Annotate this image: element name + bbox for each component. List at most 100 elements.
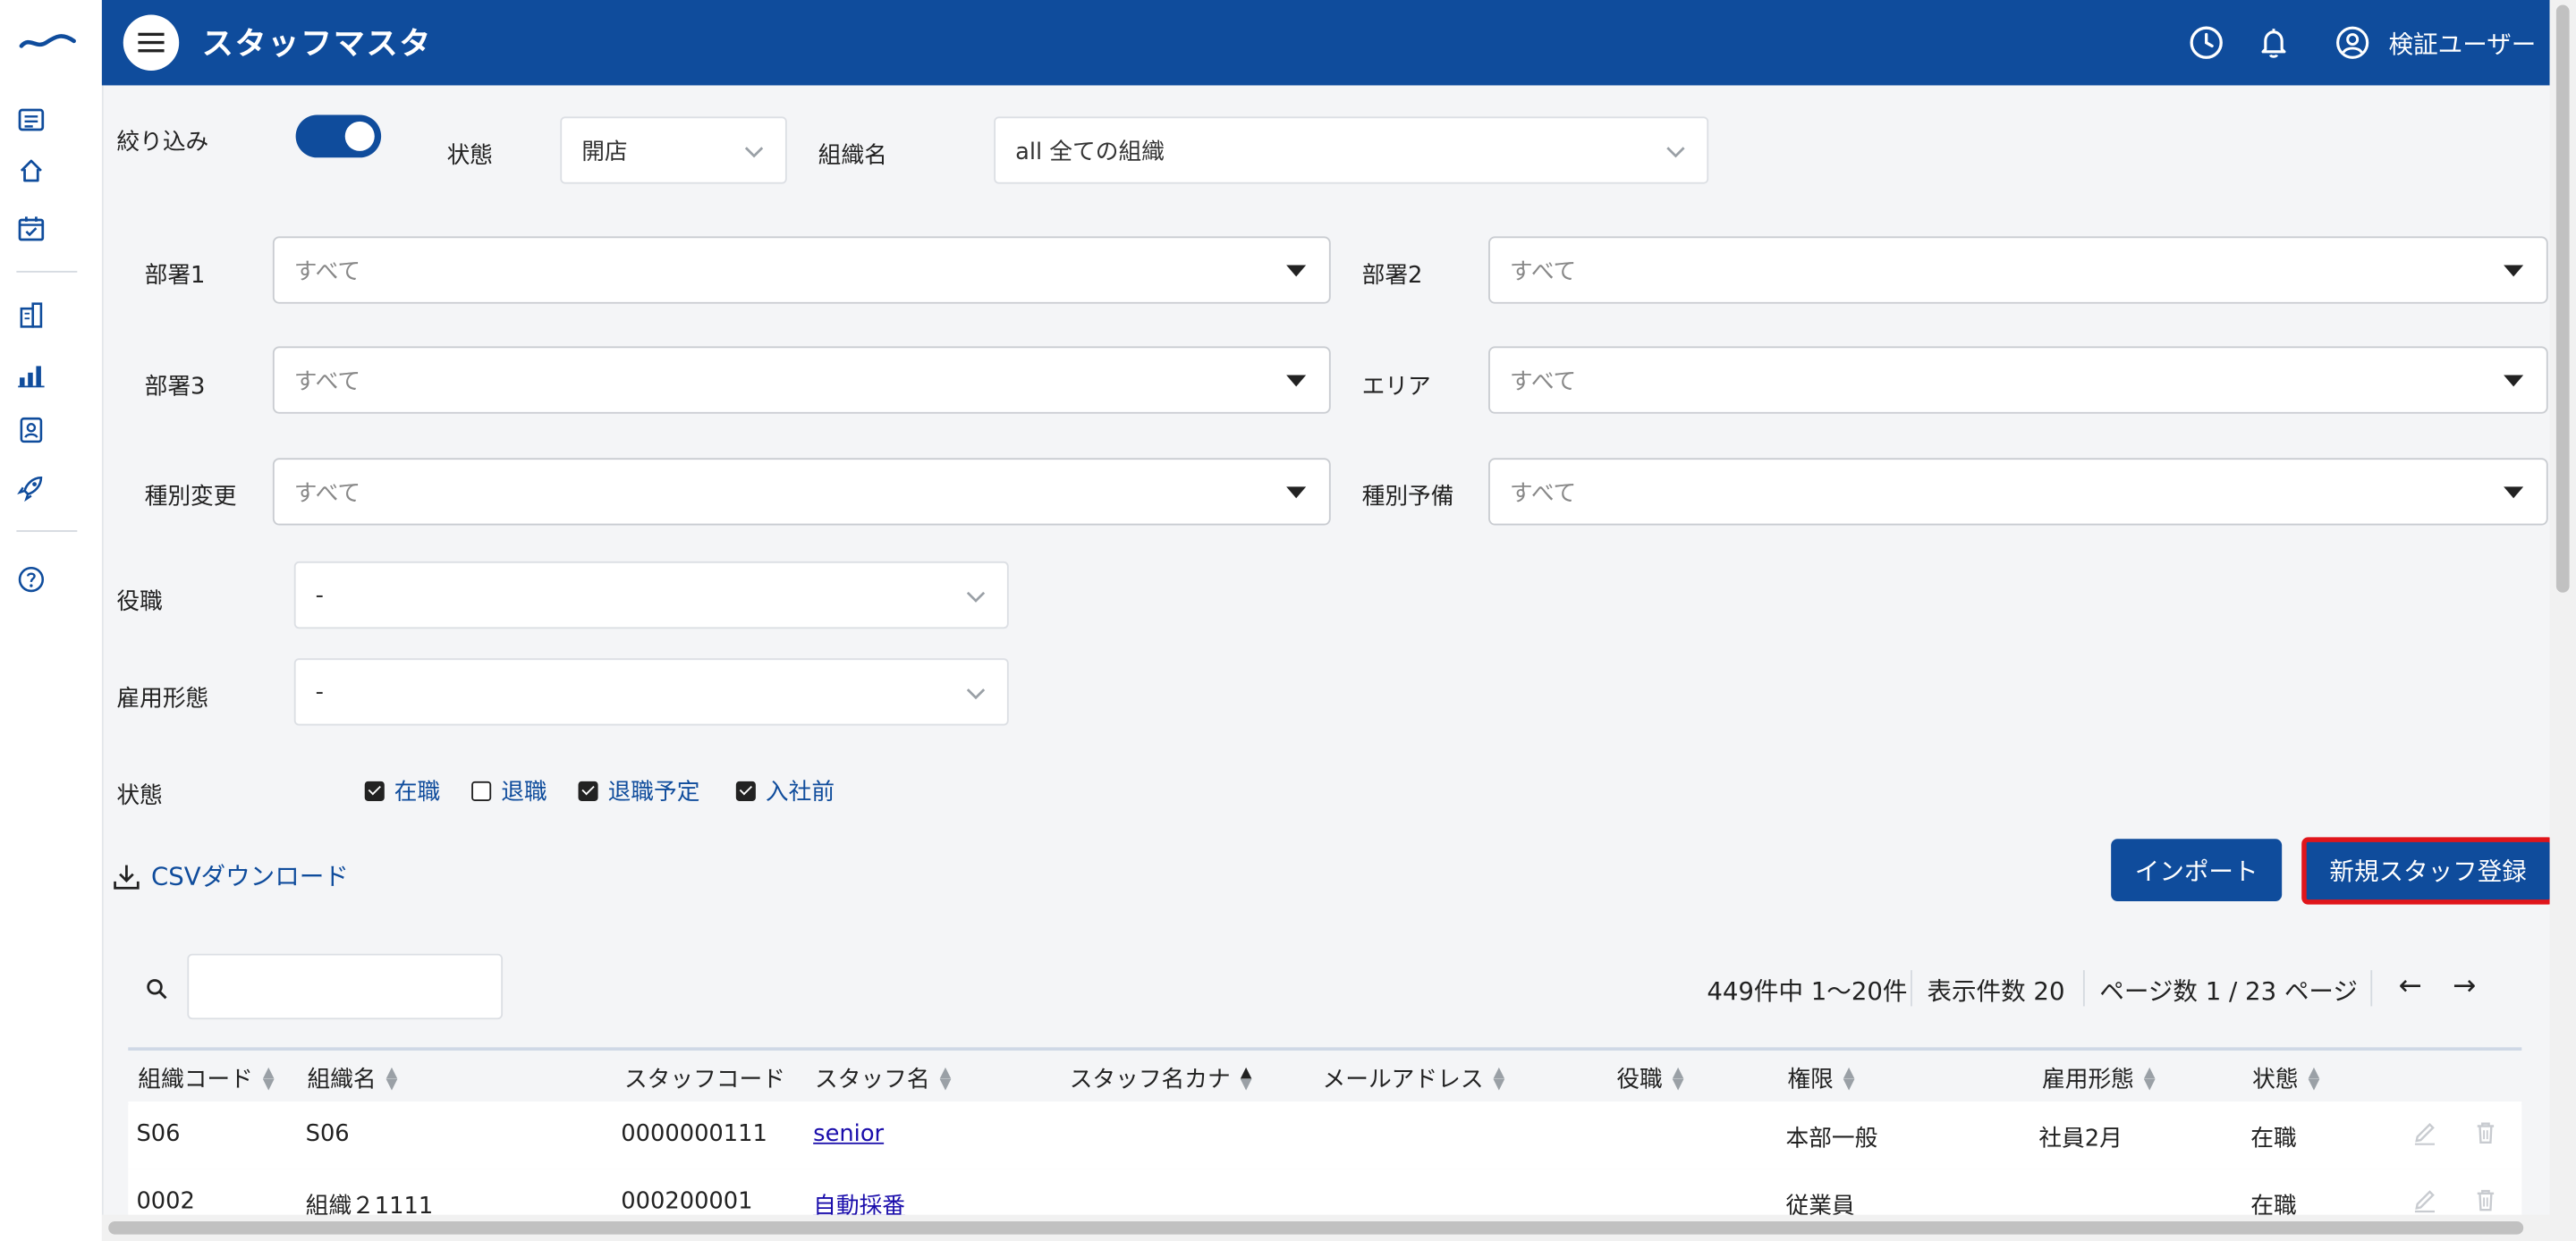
position-value: - — [315, 581, 324, 609]
caret-down-icon — [1286, 264, 1307, 276]
area-label: エリア — [1361, 374, 1431, 401]
page-info: ページ数 1 / 23 ページ — [2099, 976, 2358, 1007]
employment-label: 雇用形態 — [116, 686, 209, 713]
new-staff-button[interactable]: 新規スタッフ登録 — [2301, 837, 2555, 905]
staff-status-label: 状態 — [116, 782, 163, 810]
sort-icon: ▲ ▼ — [939, 1065, 952, 1093]
type-reserve-select[interactable]: すべて — [1488, 458, 2548, 526]
history-clock-icon[interactable] — [2188, 25, 2224, 61]
type-reserve-value: すべて — [1509, 480, 1577, 507]
cell-org-name: S06 — [305, 1120, 350, 1148]
search-input[interactable] — [187, 953, 504, 1020]
chevron-down-icon — [1666, 146, 1685, 157]
horizontal-scrollbar[interactable] — [101, 1214, 2550, 1241]
narrow-label: 絞り込み — [116, 130, 209, 156]
checkbox-unchecked — [471, 781, 492, 801]
store-status-label: 状態 — [446, 142, 494, 170]
column-header-status[interactable]: 状態 ▲ ▼ — [2252, 1062, 2319, 1095]
org-select[interactable]: all 全ての組織 — [994, 116, 1709, 184]
prev-page-button[interactable]: ← — [2399, 970, 2422, 1003]
building-icon[interactable] — [16, 300, 46, 330]
sort-icon: ▲ ▼ — [2308, 1065, 2320, 1093]
pager-divider — [2082, 970, 2085, 1007]
app-header: スタッフマスタ 検証ユーザー — [101, 0, 2550, 86]
chevron-down-icon — [966, 688, 986, 699]
search-icon — [147, 979, 167, 1000]
position-select[interactable]: - — [293, 561, 1009, 629]
cell-employment: 社員2月 — [2038, 1126, 2123, 1152]
vertical-scrollbar[interactable] — [2549, 0, 2576, 1241]
narrow-toggle[interactable] — [295, 114, 382, 158]
column-header-staff-kana[interactable]: スタッフ名カナ ▲ ▼ — [1070, 1062, 1252, 1095]
checkbox-checked — [578, 781, 598, 801]
trash-icon[interactable] — [2472, 1119, 2498, 1145]
rocket-icon[interactable] — [16, 473, 46, 502]
column-header-label: スタッフコード — [623, 1067, 785, 1093]
list-icon[interactable] — [16, 106, 46, 135]
status-checkbox-retired[interactable]: 退職 — [471, 775, 547, 808]
calendar-check-icon[interactable] — [16, 214, 46, 243]
checkbox-label: 退職予定 — [607, 780, 700, 806]
cell-role: 本部一般 — [1785, 1126, 1878, 1152]
cell-org-code: 0002 — [136, 1188, 195, 1215]
status-checkbox-employed[interactable]: 在職 — [364, 775, 440, 808]
dept2-value: すべて — [1509, 258, 1577, 285]
per-page-selector[interactable]: 表示件数 20 — [1927, 974, 2064, 1009]
csv-download-link[interactable]: CSVダウンロード — [112, 858, 349, 893]
cell-staff-name-link[interactable]: senior — [813, 1121, 884, 1147]
status-checkbox-retiring[interactable]: 退職予定 — [578, 775, 700, 808]
area-select[interactable]: すべて — [1488, 346, 2548, 414]
sidebar-divider — [16, 270, 78, 273]
bell-icon[interactable] — [2256, 25, 2292, 61]
employment-select[interactable]: - — [293, 658, 1009, 726]
sort-icon: ▲ ▼ — [262, 1065, 275, 1093]
dept1-label: 部署1 — [144, 262, 206, 290]
dept1-select[interactable]: すべて — [272, 236, 1331, 304]
menu-button[interactable] — [123, 14, 180, 71]
column-header-position[interactable]: 役職 ▲ ▼ — [1616, 1062, 1683, 1095]
dept3-value: すべて — [293, 368, 361, 395]
scrollbar-thumb[interactable] — [2555, 4, 2570, 593]
caret-down-icon — [2504, 485, 2524, 498]
column-header-employment[interactable]: 雇用形態 ▲ ▼ — [2042, 1062, 2156, 1095]
column-header-email[interactable]: メールアドレス ▲ ▼ — [1323, 1062, 1505, 1095]
sort-icon: ▲ ▼ — [1672, 1065, 1684, 1093]
column-header-staff-code[interactable]: スタッフコード — [624, 1062, 785, 1095]
user-name[interactable]: 検証ユーザー — [2389, 26, 2537, 61]
user-account-icon[interactable] — [2334, 25, 2370, 61]
column-header-org-name[interactable]: 組織名 ▲ ▼ — [307, 1062, 397, 1095]
edit-icon[interactable] — [2411, 1186, 2437, 1213]
chevron-down-icon — [744, 146, 764, 157]
dept2-select[interactable]: すべて — [1488, 236, 2548, 304]
edit-icon[interactable] — [2411, 1119, 2437, 1145]
bar-chart-icon[interactable] — [16, 359, 46, 389]
trash-icon[interactable] — [2472, 1186, 2498, 1212]
brand-logo — [16, 26, 79, 55]
id-badge-icon[interactable] — [16, 416, 46, 445]
dept3-select[interactable]: すべて — [272, 346, 1331, 414]
next-page-button[interactable]: → — [2453, 970, 2476, 1003]
position-label: 役職 — [116, 589, 163, 616]
column-header-role[interactable]: 権限 ▲ ▼ — [1787, 1062, 1854, 1095]
column-header-label: 状態 — [2252, 1067, 2299, 1093]
toggle-knob — [344, 121, 375, 151]
column-header-staff-name[interactable]: スタッフ名 ▲ ▼ — [815, 1062, 951, 1095]
type-change-value: すべて — [293, 480, 361, 507]
column-header-org-code[interactable]: 組織コード ▲ ▼ — [138, 1062, 274, 1095]
sidebar-divider — [16, 530, 78, 532]
pager-divider — [1911, 970, 1912, 1007]
checkbox-checked — [735, 781, 756, 801]
status-checkbox-pre-join[interactable]: 入社前 — [735, 775, 835, 808]
home-icon[interactable] — [16, 156, 46, 185]
sort-icon: ▲ ▼ — [1493, 1065, 1505, 1093]
import-button[interactable]: インポート — [2111, 839, 2283, 901]
help-icon[interactable] — [16, 565, 46, 595]
dept1-value: すべて — [293, 258, 361, 285]
type-change-select[interactable]: すべて — [272, 458, 1331, 526]
scrollbar-thumb[interactable] — [108, 1220, 2524, 1235]
checkbox-label: 入社前 — [765, 780, 835, 806]
employment-value: - — [315, 679, 324, 705]
column-header-label: 雇用形態 — [2042, 1067, 2134, 1093]
store-status-select[interactable]: 開店 — [560, 116, 787, 184]
cell-org-code: S06 — [136, 1120, 181, 1148]
